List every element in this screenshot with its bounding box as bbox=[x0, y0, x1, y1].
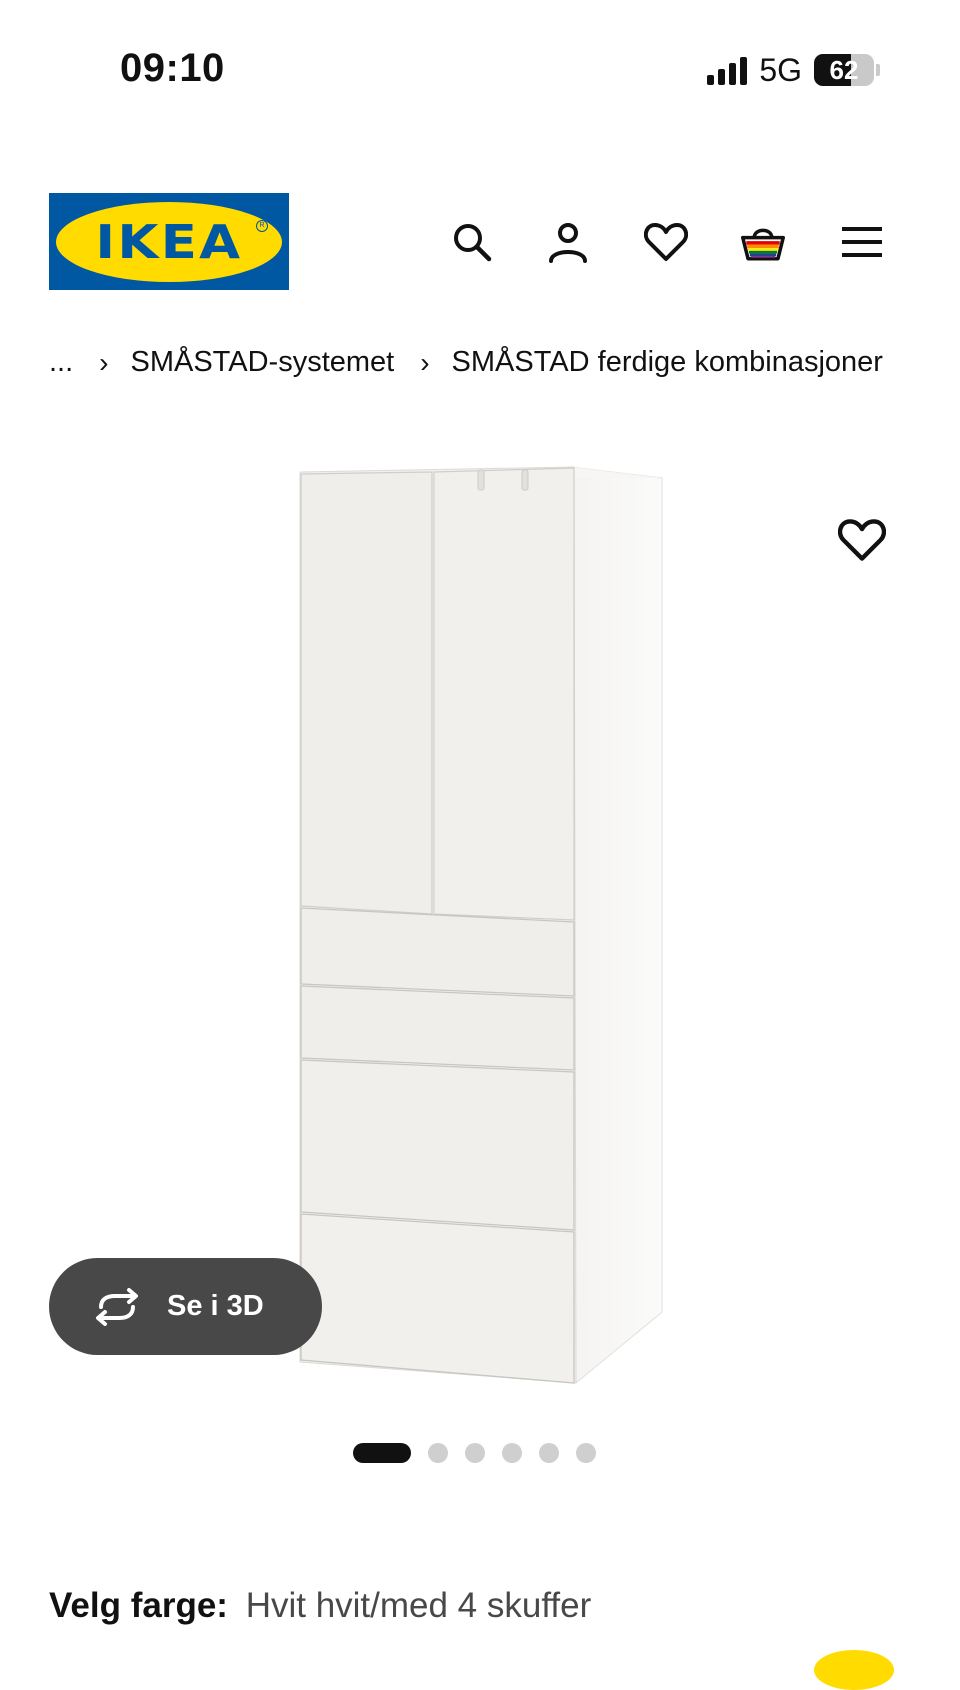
ikea-logo[interactable]: IKEA R bbox=[49, 193, 289, 290]
status-time: 09:10 bbox=[120, 46, 225, 90]
network-type: 5G bbox=[759, 51, 802, 88]
user-icon[interactable] bbox=[546, 220, 590, 264]
logo-oval: IKEA R bbox=[56, 201, 282, 282]
chevron-right-icon: › bbox=[420, 346, 430, 378]
chevron-right-icon: › bbox=[99, 346, 109, 378]
color-select[interactable]: Velg farge: Hvit hvit/med 4 skuffer bbox=[49, 1586, 591, 1626]
registered-icon: R bbox=[256, 219, 268, 232]
battery-icon: 62 bbox=[814, 54, 880, 86]
view-3d-button[interactable]: Se i 3D bbox=[49, 1258, 322, 1355]
yellow-badge bbox=[814, 1650, 894, 1690]
color-select-label: Velg farge: bbox=[49, 1586, 228, 1625]
basket-icon[interactable] bbox=[741, 220, 785, 264]
signal-icon bbox=[707, 55, 748, 85]
view-3d-label: Se i 3D bbox=[167, 1290, 264, 1322]
carousel-dot[interactable] bbox=[428, 1443, 448, 1463]
breadcrumb-ellipsis[interactable]: ... bbox=[49, 346, 73, 379]
breadcrumb: ... › SMÅSTAD-systemet › SMÅSTAD ferdige… bbox=[49, 346, 883, 379]
search-icon[interactable] bbox=[450, 220, 494, 264]
carousel-dot[interactable] bbox=[576, 1443, 596, 1463]
battery-percent: 62 bbox=[829, 54, 859, 85]
wardrobe-illustration bbox=[299, 466, 663, 1385]
carousel-indicator bbox=[353, 1442, 596, 1464]
status-indicators: 5G 62 bbox=[707, 50, 880, 90]
breadcrumb-item[interactable]: SMÅSTAD ferdige kombinasjoner bbox=[452, 346, 883, 379]
heart-icon[interactable] bbox=[644, 220, 688, 264]
carousel-dot-active[interactable] bbox=[353, 1443, 411, 1463]
favorite-heart-icon[interactable] bbox=[837, 518, 887, 566]
color-select-value: Hvit hvit/med 4 skuffer bbox=[245, 1586, 592, 1625]
product-image[interactable] bbox=[0, 440, 960, 1400]
carousel-dot[interactable] bbox=[465, 1443, 485, 1463]
breadcrumb-item[interactable]: SMÅSTAD-systemet bbox=[131, 346, 395, 379]
menu-icon[interactable] bbox=[840, 220, 884, 264]
rotate-3d-icon bbox=[96, 1287, 138, 1326]
carousel-dot[interactable] bbox=[539, 1443, 559, 1463]
logo-text: IKEA bbox=[95, 214, 243, 269]
carousel-dot[interactable] bbox=[502, 1443, 522, 1463]
